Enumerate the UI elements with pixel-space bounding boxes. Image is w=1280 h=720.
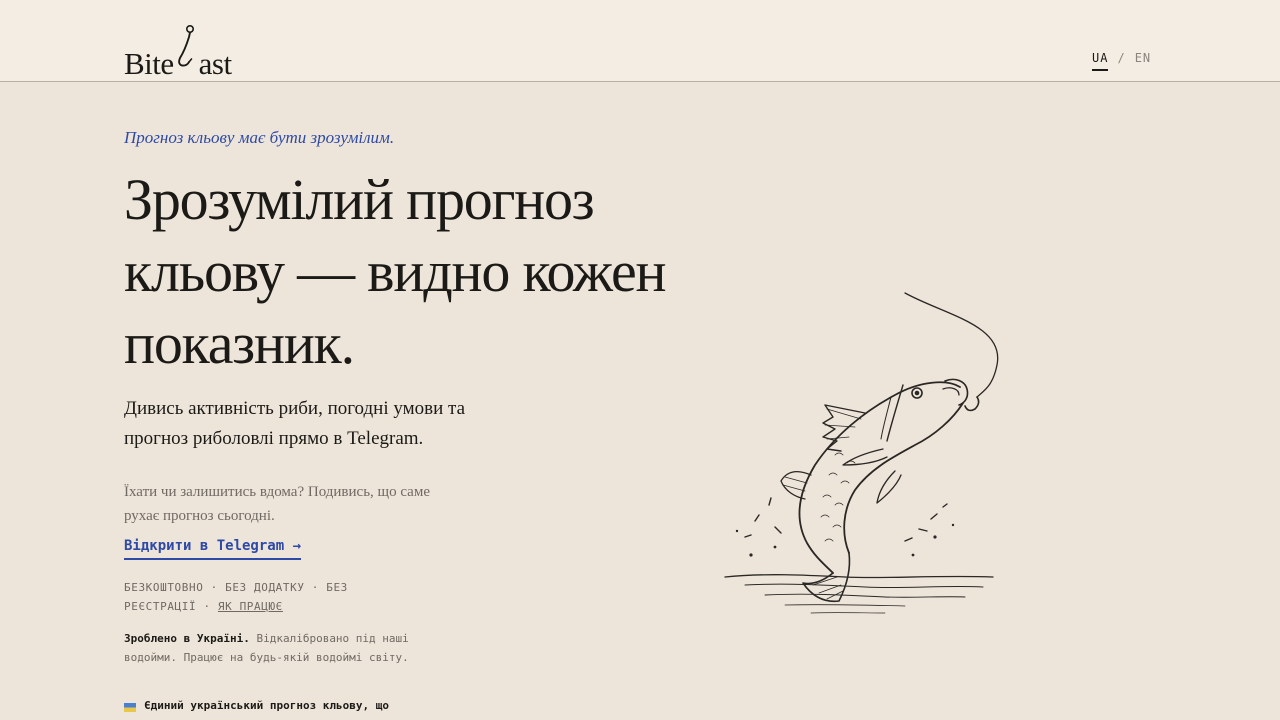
language-switcher: UA / EN bbox=[1092, 51, 1151, 71]
how-it-works-link[interactable]: ЯК ПРАЦЮЄ bbox=[218, 600, 283, 613]
hero-headline: Зрозумілий прогноз кльову — видно кожен … bbox=[124, 167, 667, 376]
jumping-fish-illustration bbox=[715, 285, 1015, 635]
lang-en[interactable]: EN bbox=[1135, 51, 1151, 71]
lang-ua[interactable]: UA bbox=[1092, 51, 1109, 71]
logo-text-right: ast bbox=[198, 46, 232, 81]
hero-subtext: Їхати чи залишитись вдома? Подивись, що … bbox=[124, 484, 430, 524]
ukraine-flag-icon bbox=[124, 702, 136, 712]
logo-text-left: Bite bbox=[124, 46, 174, 81]
made-in-ukraine: Зроблено в Україні. Відкалібровано під н… bbox=[124, 629, 424, 667]
hero-tagline: Прогноз кльову має бути зрозумілим. bbox=[124, 128, 395, 147]
fishing-hook-icon bbox=[176, 24, 198, 80]
hero-lead: Дивись активність риби, погодні умови та… bbox=[124, 398, 466, 449]
features-meta: БЕЗКОШТОВНО · БЕЗ ДОДАТКУ · БЕЗ РЕЄСТРАЦ… bbox=[124, 578, 384, 616]
made-in-ukraine-bold: Зроблено в Україні. bbox=[124, 632, 250, 645]
logo[interactable]: Bite ast bbox=[124, 24, 232, 81]
open-telegram-button[interactable]: Відкрити в Telegram → bbox=[124, 538, 302, 560]
site-header: Bite ast UA / EN bbox=[0, 0, 1280, 82]
unique-note: Єдиний український прогноз кльову, що bbox=[124, 699, 444, 712]
lang-separator: / bbox=[1117, 51, 1126, 65]
unique-note-text: Єдиний український прогноз кльову, що bbox=[144, 699, 390, 712]
